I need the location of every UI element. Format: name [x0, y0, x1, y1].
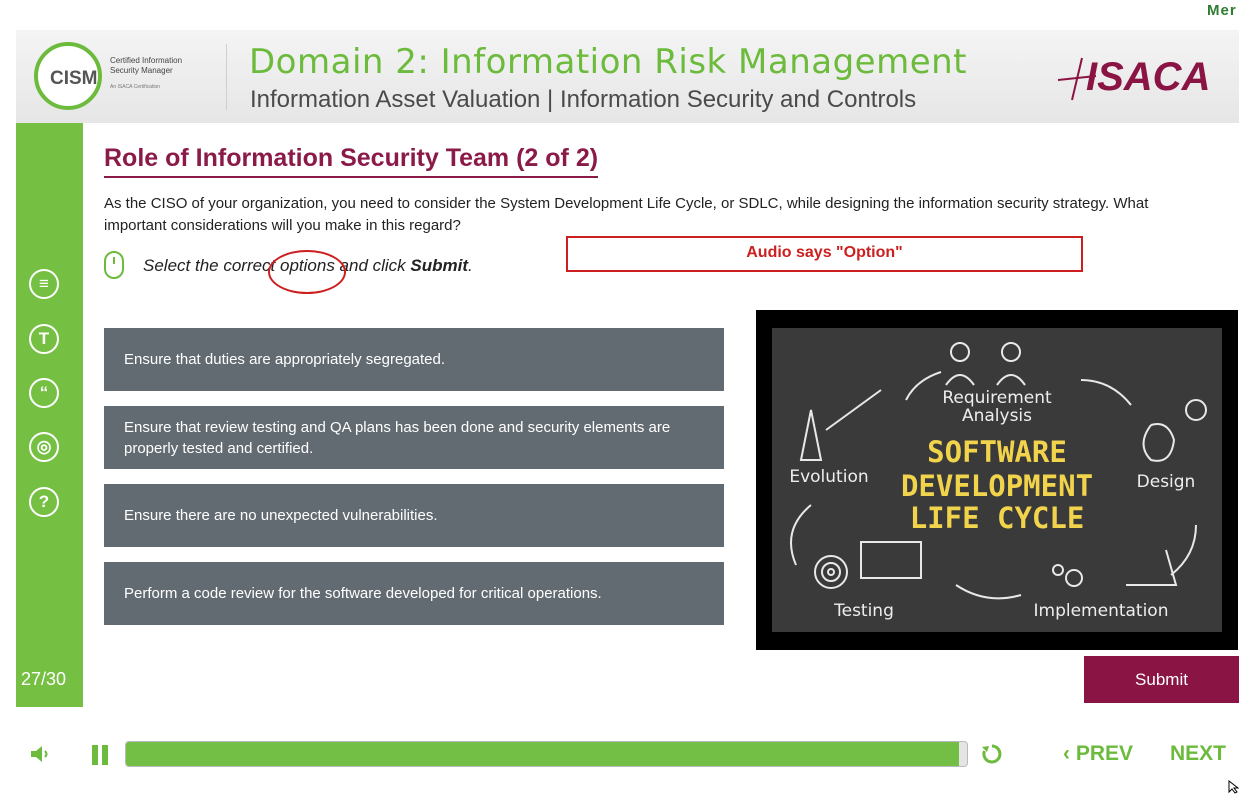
- sdlc-chalkboard: Requirement Analysis SOFTWARE DEVELOPMEN…: [772, 328, 1222, 632]
- sdlc-image: Requirement Analysis SOFTWARE DEVELOPMEN…: [756, 310, 1238, 650]
- corner-text: Mer: [1207, 2, 1237, 19]
- cism-logo-text: CISM: [50, 68, 98, 89]
- slide-title-underline: [104, 176, 598, 178]
- sdlc-line2: DEVELOPMENT: [901, 469, 1093, 503]
- annotation-box: Audio says "Option": [566, 236, 1083, 272]
- stage-implementation: Implementation: [1034, 601, 1169, 621]
- next-label: NEXT: [1170, 742, 1227, 765]
- cism-caption-line2: Security Manager: [110, 66, 173, 75]
- next-button[interactable]: NEXT: [1170, 742, 1226, 766]
- mouse-icon: [104, 251, 124, 279]
- pause-icon[interactable]: [91, 743, 113, 765]
- header-divider: [226, 44, 227, 110]
- mouse-cursor-icon: [1228, 780, 1239, 794]
- option-4[interactable]: Perform a code review for the software d…: [104, 562, 724, 625]
- help-icon[interactable]: ?: [29, 487, 59, 517]
- stage-testing: Testing: [833, 601, 894, 621]
- submit-button[interactable]: Submit: [1084, 656, 1239, 703]
- cism-caption-line1: Certified Information: [110, 56, 183, 65]
- question-text: As the CISO of your organization, you ne…: [104, 195, 1149, 234]
- menu-icon[interactable]: ≡: [29, 269, 59, 299]
- stage-evolution: Evolution: [789, 467, 868, 487]
- isaca-logo: ISACA: [1057, 55, 1210, 101]
- slide-counter: 27/30: [21, 669, 67, 689]
- instruction-submit-word: Submit: [410, 256, 469, 275]
- course-header: CISM Certified Information Security Mana…: [16, 30, 1239, 123]
- option-3[interactable]: Ensure there are no unexpected vulnerabi…: [104, 484, 724, 547]
- slide-title: Role of Information Security Team (2 of …: [104, 144, 599, 172]
- domain-subtitle: Information Asset Valuation | Informatio…: [250, 86, 917, 113]
- cism-logo: CISM: [34, 42, 102, 110]
- sdlc-line3: LIFE CYCLE: [910, 501, 1085, 535]
- prev-label: PREV: [1075, 742, 1134, 765]
- quote-icon[interactable]: “: [29, 378, 59, 408]
- cism-logo-caption: Certified Information Security Manager A…: [110, 56, 220, 92]
- instruction-suffix: .: [468, 256, 473, 275]
- sdlc-line1: SOFTWARE: [927, 435, 1067, 469]
- option-2[interactable]: Ensure that review testing and QA plans …: [104, 406, 724, 469]
- sidebar: ≡ T “ ◎ ? 27/30: [16, 123, 83, 707]
- resources-icon[interactable]: ◎: [29, 432, 59, 462]
- chevron-left-icon: ‹: [1063, 742, 1070, 765]
- replay-icon[interactable]: [981, 743, 1003, 765]
- volume-icon[interactable]: [30, 745, 52, 763]
- isaca-logo-text: ISACA: [1086, 55, 1210, 99]
- progress-bar[interactable]: [125, 741, 968, 767]
- option-1[interactable]: Ensure that duties are appropriately seg…: [104, 328, 724, 391]
- transcript-icon[interactable]: T: [29, 324, 59, 354]
- domain-title: Domain 2: Information Risk Management: [249, 42, 968, 82]
- prev-button[interactable]: ‹ PREV: [1063, 742, 1133, 766]
- progress-fill: [126, 742, 959, 766]
- player-controls: ‹ PREV NEXT: [0, 730, 1239, 790]
- annotation-circle: [268, 250, 346, 294]
- stage-design: Design: [1137, 472, 1196, 492]
- stage-requirement-line2: Analysis: [962, 406, 1032, 426]
- cism-caption-small: An ISACA Certification: [110, 84, 161, 90]
- stage-requirement-line1: Requirement: [942, 388, 1052, 408]
